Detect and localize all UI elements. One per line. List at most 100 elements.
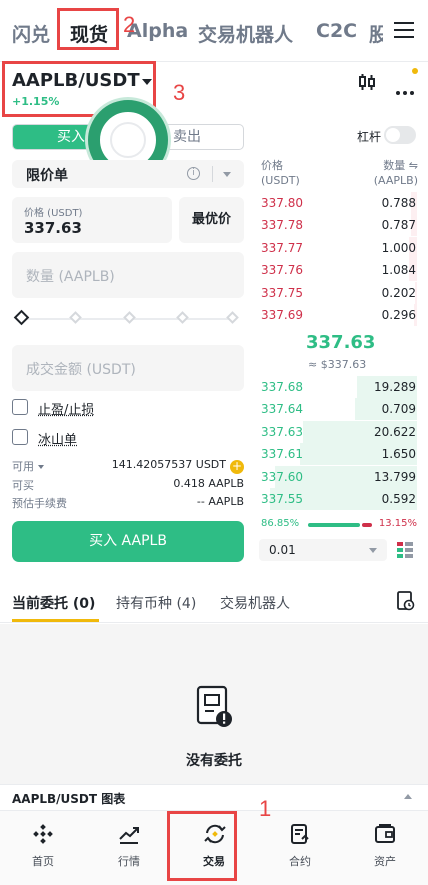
best-price-button[interactable]: 最优价: [179, 197, 244, 243]
sell-ratio-bar: [362, 523, 372, 527]
quantity-placeholder: 数量 (AAPLB): [26, 266, 115, 286]
buy-ratio: 86.85%: [261, 518, 299, 529]
add-funds-icon[interactable]: +: [230, 460, 244, 474]
ask-row[interactable]: 337.76 1.084: [259, 259, 417, 281]
nav-assets-label: 资产: [342, 853, 428, 869]
tab-stocks[interactable]: 股: [369, 20, 383, 47]
chart-line-icon: [118, 823, 140, 845]
tab-trading-bots[interactable]: 交易机器人: [198, 20, 293, 47]
candlestick-icon[interactable]: [357, 72, 377, 92]
tp-sl-checkbox[interactable]: [12, 399, 28, 415]
chart-drawer-bar[interactable]: AAPLB/USDT 图表: [0, 784, 428, 810]
fee-label: 预估手续费: [12, 495, 67, 511]
tab-bots[interactable]: 交易机器人: [220, 593, 290, 613]
empty-state-text: 没有委托: [0, 750, 428, 770]
ask-row[interactable]: 337.77 1.000: [259, 237, 417, 259]
bid-row[interactable]: 337.60 13.799: [259, 466, 417, 488]
price-input[interactable]: 价格 (USDT) 337.63: [12, 197, 172, 243]
can-buy-label: 可买: [12, 477, 34, 493]
menu-icon[interactable]: [394, 22, 414, 40]
bid-qty: 0.592: [382, 492, 416, 506]
bid-qty: 20.622: [374, 425, 416, 439]
ask-row[interactable]: 337.69 0.296: [259, 304, 417, 326]
ask-qty: 0.787: [382, 218, 416, 232]
nav-markets-label: 行情: [86, 853, 172, 869]
home-logo-icon: [32, 823, 54, 845]
slider-step-25[interactable]: [69, 311, 82, 324]
bid-price: 337.55: [261, 492, 303, 506]
tab-alpha[interactable]: Alpha: [127, 20, 188, 42]
annotation-label-2: 2: [123, 12, 135, 38]
no-orders-icon: [194, 685, 234, 729]
ask-qty: 1.084: [382, 263, 416, 277]
chevron-down-icon: [369, 548, 377, 553]
available-label: 可用: [12, 460, 34, 473]
bid-row[interactable]: 337.55 0.592: [259, 488, 417, 510]
tab-open-orders[interactable]: 当前委托 (0): [12, 593, 95, 613]
available-value: 141.42057537 USDT: [112, 458, 226, 471]
chevron-down-icon[interactable]: [223, 172, 231, 177]
bid-qty: 13.799: [374, 470, 416, 484]
nav-futures[interactable]: 合约: [257, 811, 343, 885]
tab-holdings[interactable]: 持有币种 (4): [116, 593, 196, 613]
ask-row[interactable]: 337.78 0.787: [259, 214, 417, 236]
bid-qty: 0.709: [382, 402, 416, 416]
iceberg-label[interactable]: 冰山单: [38, 429, 77, 448]
orderbook-layout-icon[interactable]: [396, 541, 414, 559]
ask-qty: 0.788: [382, 196, 416, 210]
notification-dot: [412, 68, 418, 74]
mid-price-fiat: ≈ $337.63: [308, 358, 366, 371]
orderbook-qty-header[interactable]: 数量 ⇋ (AAPLB): [348, 158, 418, 188]
annotation-box-1: [167, 811, 237, 881]
bid-price: 337.63: [261, 425, 303, 439]
price-label: 价格 (USDT): [24, 204, 82, 219]
annotation-label-3: 3: [173, 80, 185, 106]
nav-home[interactable]: 首页: [0, 811, 86, 885]
tab-convert[interactable]: 闪兑: [12, 20, 50, 47]
buy-button[interactable]: 买入 AAPLB: [12, 521, 244, 562]
ask-row[interactable]: 337.75 0.202: [259, 282, 417, 304]
info-icon[interactable]: i: [187, 167, 200, 180]
ask-qty: 1.000: [382, 241, 416, 255]
more-icon[interactable]: [396, 80, 417, 99]
bid-row[interactable]: 337.63 20.622: [259, 421, 417, 443]
ask-qty: 0.202: [382, 286, 416, 300]
divider: [212, 166, 213, 182]
slider-step-75[interactable]: [176, 311, 189, 324]
tab-c2c[interactable]: C2C: [316, 20, 357, 42]
order-history-icon[interactable]: [397, 591, 415, 611]
slider-step-50[interactable]: [123, 311, 136, 324]
bid-row[interactable]: 337.61 1.650: [259, 443, 417, 465]
quantity-input[interactable]: 数量 (AAPLB): [12, 252, 244, 298]
amount-placeholder: 成交金额 (USDT): [26, 359, 136, 379]
slider-handle[interactable]: [14, 310, 30, 326]
bid-row[interactable]: 337.68 19.289: [259, 376, 417, 398]
depth-step-select[interactable]: 0.01: [259, 539, 387, 561]
wallet-icon: [374, 823, 396, 845]
annotation-label-1: 1: [259, 796, 271, 822]
bid-price: 337.64: [261, 402, 303, 416]
chevron-up-icon[interactable]: [404, 794, 412, 799]
nav-futures-label: 合约: [257, 853, 343, 869]
nav-assets[interactable]: 资产: [342, 811, 428, 885]
bid-price: 337.68: [261, 380, 303, 394]
bid-qty: 1.650: [382, 447, 416, 461]
bid-row[interactable]: 337.64 0.709: [259, 398, 417, 420]
ask-price: 337.80: [261, 196, 303, 210]
ask-row[interactable]: 337.80 0.788: [259, 192, 417, 214]
bid-price: 337.60: [261, 470, 303, 484]
slider-step-100[interactable]: [226, 311, 239, 324]
swap-icon: ⇋: [409, 159, 418, 172]
chevron-down-icon[interactable]: [38, 465, 44, 469]
iceberg-checkbox[interactable]: [12, 429, 28, 445]
fee-value: -- AAPLB: [197, 495, 244, 508]
order-type-select[interactable]: 限价单 i: [12, 160, 244, 188]
nav-markets[interactable]: 行情: [86, 811, 172, 885]
tp-sl-label[interactable]: 止盈/止损: [38, 399, 94, 418]
leverage-toggle[interactable]: [384, 126, 416, 144]
buy-sell-ratio: 86.85% 13.15%: [261, 518, 417, 532]
amount-input[interactable]: 成交金额 (USDT): [12, 345, 244, 391]
price-value[interactable]: 337.63: [24, 219, 82, 237]
sell-ratio: 13.15%: [379, 518, 417, 529]
divider: [0, 622, 428, 623]
